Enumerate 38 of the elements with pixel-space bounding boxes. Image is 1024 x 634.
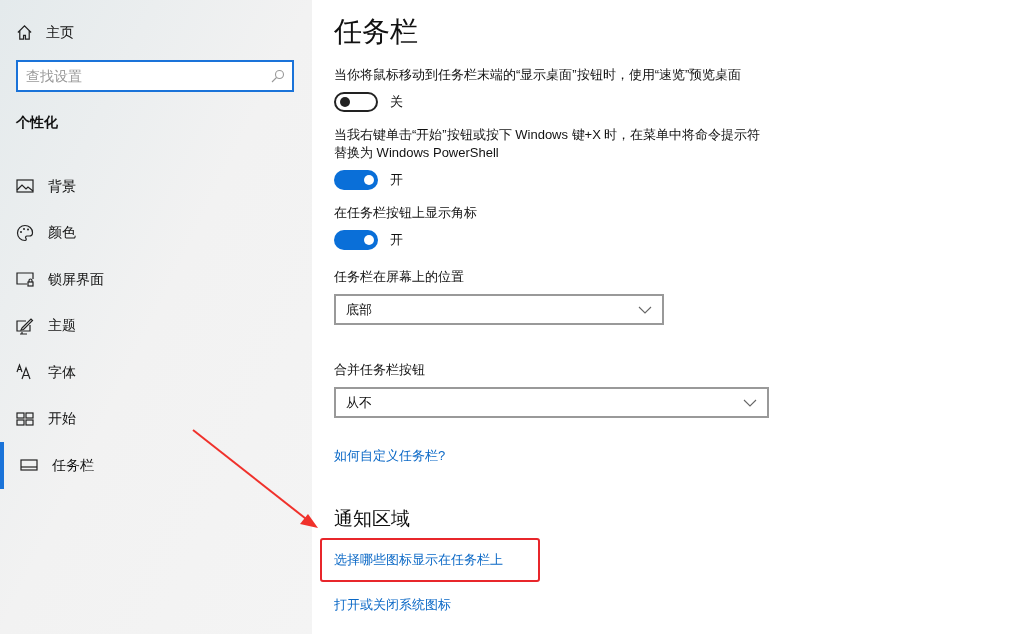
help-link[interactable]: 如何自定义任务栏? [334, 446, 446, 466]
palette-icon [16, 223, 34, 242]
nav-item[interactable]: 主题 [0, 302, 312, 349]
image-icon [16, 177, 34, 196]
nav-item[interactable]: 颜色 [0, 209, 312, 256]
toggle-state: 开 [390, 171, 403, 190]
nav-item[interactable]: 背景 [0, 163, 312, 210]
search-field[interactable]: 查找设置 [16, 60, 294, 92]
nav-item[interactable]: 字体 [0, 349, 312, 396]
page-title: 任务栏 [334, 15, 419, 49]
setting-label: 合并任务栏按钮 [334, 361, 426, 379]
section-heading: 个性化 [16, 113, 59, 132]
setting-label: 在任务栏按钮上显示角标 [334, 204, 478, 222]
notification-link[interactable]: 选择哪些图标显示在任务栏上 [334, 549, 503, 570]
nav-item[interactable]: 开始 [0, 395, 312, 442]
home-link[interactable]: 主页 [0, 22, 312, 42]
notification-link[interactable]: 打开或关闭系统图标 [334, 596, 451, 612]
toggle-state: 关 [390, 93, 403, 112]
toggle-switch[interactable] [334, 92, 378, 112]
chevron-down-icon [638, 305, 652, 314]
toggle-switch[interactable] [334, 230, 378, 250]
toggle-switch[interactable] [334, 170, 378, 190]
setting-label: 当我右键单击“开始”按钮或按下 Windows 键+X 时，在菜单中将命令提示符替换为 Windows PowerShell [334, 126, 762, 162]
font-icon [16, 363, 34, 382]
start-grid-icon [16, 409, 34, 428]
nav-item[interactable]: 任务栏 [0, 442, 312, 489]
toggle-state: 开 [390, 231, 403, 250]
setting-label: 任务栏在屏幕上的位置 [334, 268, 465, 286]
dropdown[interactable]: 从不 [334, 387, 769, 418]
section-heading: 通知区域 [334, 506, 411, 531]
dropdown[interactable]: 底部 [334, 294, 664, 325]
setting-label: 当你将鼠标移动到任务栏末端的“显示桌面”按钮时，使用“速览”预览桌面 [334, 66, 743, 84]
monitor-pen-icon [16, 316, 34, 335]
home-icon [16, 23, 33, 41]
search-icon [271, 69, 285, 83]
chevron-down-icon [743, 398, 757, 407]
nav-item[interactable]: 锁屏界面 [0, 256, 312, 303]
lock-screen-icon [16, 270, 34, 289]
